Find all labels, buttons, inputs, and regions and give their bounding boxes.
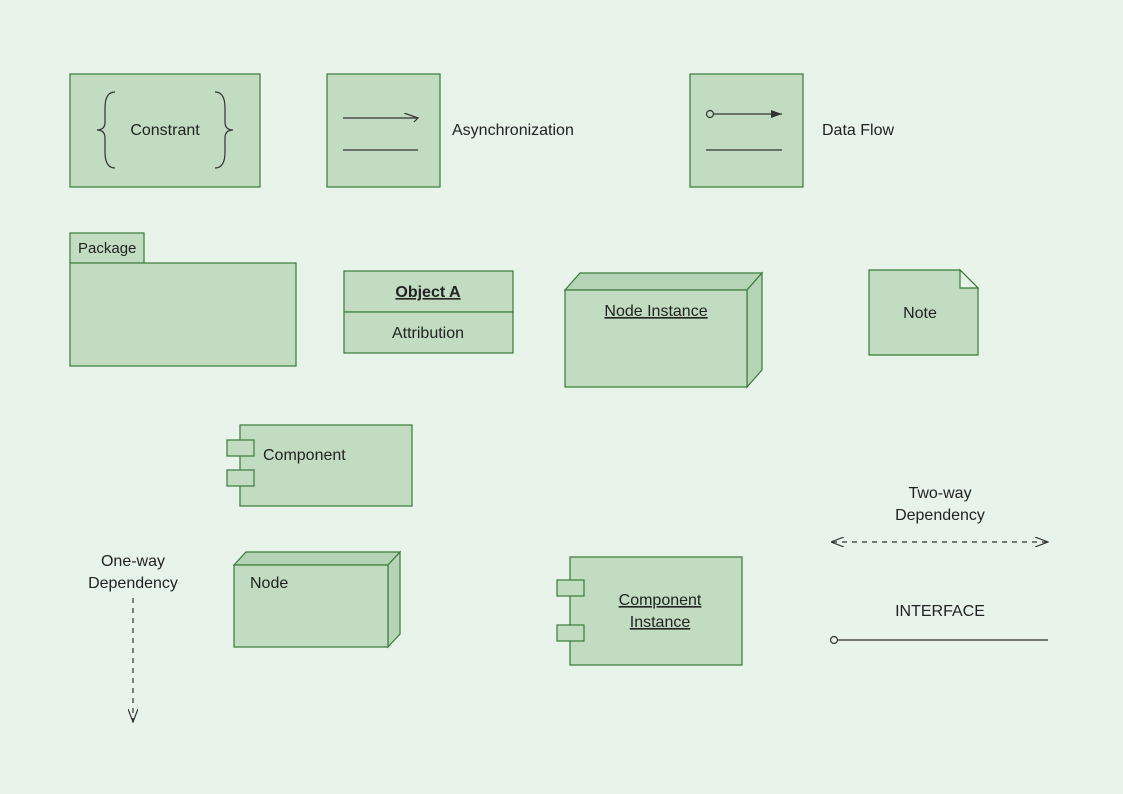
one-way-line1: One-way	[101, 553, 165, 570]
node-label: Node	[250, 575, 288, 592]
dataflow-symbol: Data Flow	[690, 74, 894, 187]
dataflow-label: Data Flow	[822, 122, 894, 139]
uml-notation-diagram: Constrant Asynchronization Data Flow Pac…	[0, 0, 1123, 794]
object-title: Object A	[395, 284, 461, 301]
constraint-symbol: Constrant	[70, 74, 260, 187]
node-instance-symbol: Node Instance	[565, 273, 762, 387]
two-way-line1: Two-way	[908, 485, 971, 502]
async-label: Asynchronization	[452, 122, 574, 139]
object-attr: Attribution	[392, 325, 464, 342]
component-instance-line1: Component	[619, 592, 702, 609]
constraint-label: Constrant	[130, 122, 200, 139]
component-instance-line2: Instance	[630, 614, 691, 631]
package-symbol: Package	[70, 233, 296, 366]
package-label: Package	[78, 240, 136, 257]
one-way-line2: Dependency	[88, 575, 178, 592]
interface-symbol: INTERFACE	[834, 603, 1048, 640]
node-symbol: Node	[234, 552, 400, 647]
note-symbol: Note	[869, 270, 978, 355]
async-symbol: Asynchronization	[327, 74, 574, 187]
node-instance-label: Node Instance	[604, 303, 707, 320]
note-label: Note	[903, 305, 937, 322]
component-label: Component	[263, 447, 346, 464]
two-way-line2: Dependency	[895, 507, 985, 524]
two-way-dependency-symbol: Two-way Dependency	[832, 485, 1048, 542]
object-symbol: Object A Attribution	[344, 271, 513, 353]
component-symbol: Component	[227, 425, 412, 506]
one-way-dependency-symbol: One-way Dependency	[88, 553, 178, 722]
component-instance-symbol: Component Instance	[557, 557, 742, 665]
interface-label: INTERFACE	[895, 603, 985, 620]
